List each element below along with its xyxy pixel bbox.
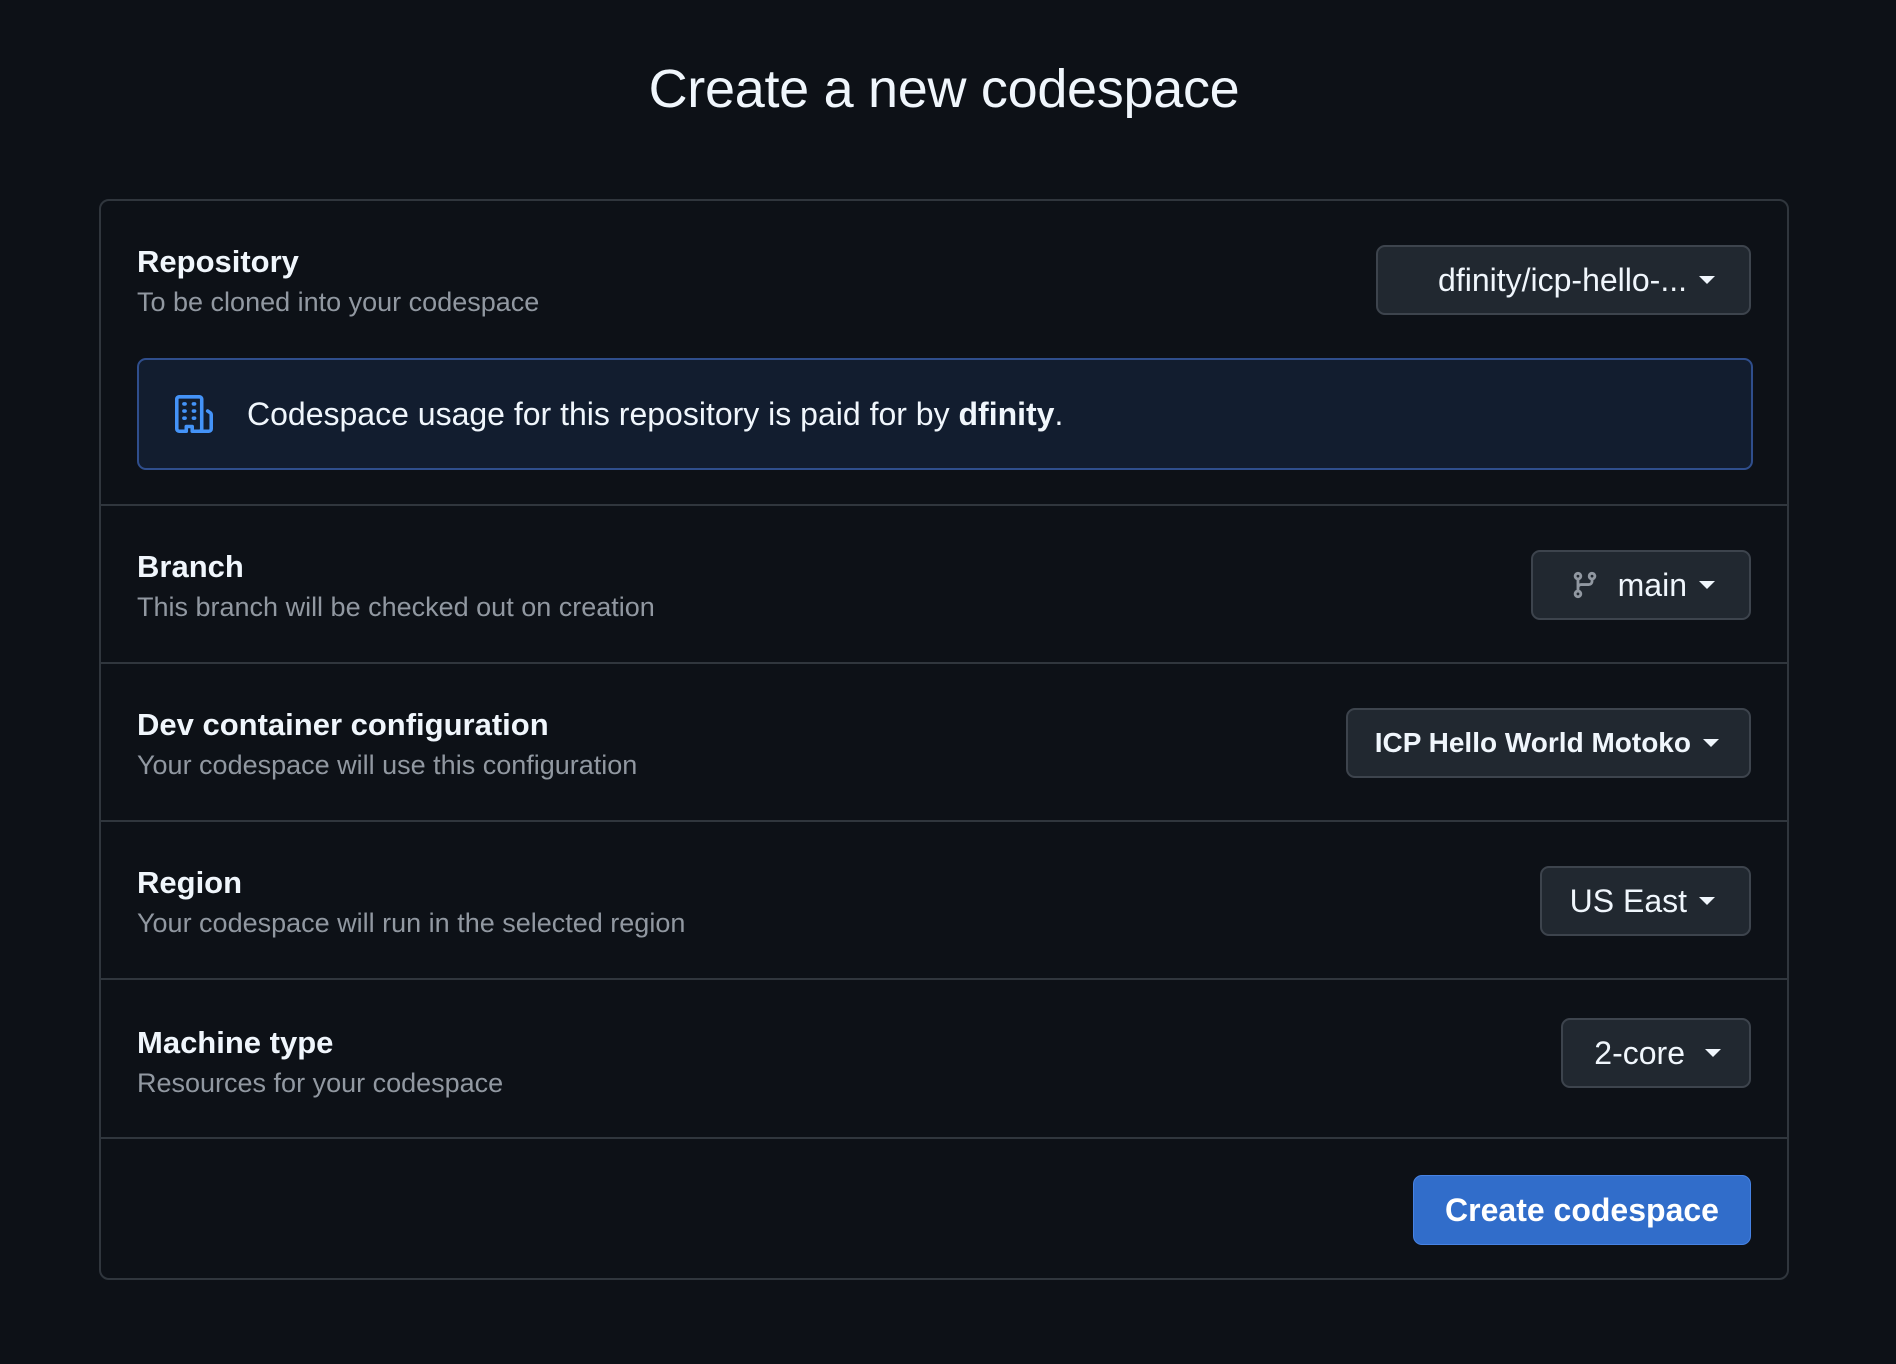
caret-down-icon <box>1699 581 1715 589</box>
branch-dropdown-value: main <box>1617 566 1687 603</box>
page-title: Create a new codespace <box>648 59 1240 119</box>
machine-description: Resources for your codespace <box>137 1068 504 1098</box>
region-description: Your codespace will run in the selected … <box>137 908 686 938</box>
region-label: Region <box>137 865 243 900</box>
repository-label: Repository <box>137 244 299 279</box>
region-dropdown-value: US East <box>1569 882 1687 919</box>
devcontainer-dropdown-value: ICP Hello World Motoko <box>1374 727 1691 758</box>
billing-notice-suffix: . <box>1054 395 1064 432</box>
codespace-form-card: Repository To be cloned into your codesp… <box>99 199 1789 1280</box>
region-section: Region Your codespace will run in the se… <box>101 822 1787 980</box>
caret-down-icon <box>1705 1049 1721 1057</box>
organization-icon <box>175 395 213 433</box>
machine-section: Machine type Resources for your codespac… <box>101 980 1787 1139</box>
repository-dropdown-value: dfinity/icp-hello-... <box>1438 261 1687 298</box>
caret-down-icon <box>1699 897 1715 905</box>
billing-notice-text: Codespace usage for this repository is p… <box>247 396 1063 433</box>
machine-label: Machine type <box>137 1025 334 1060</box>
repository-description: To be cloned into your codespace <box>137 287 540 317</box>
repository-section: Repository To be cloned into your codesp… <box>101 201 1787 506</box>
caret-down-icon <box>1699 276 1715 284</box>
devcontainer-section: Dev container configuration Your codespa… <box>101 664 1787 822</box>
machine-dropdown-value: 2-core <box>1594 1034 1685 1071</box>
devcontainer-description: Your codespace will use this configurati… <box>137 750 638 780</box>
devcontainer-label: Dev container configuration <box>137 707 549 742</box>
caret-down-icon <box>1703 739 1719 747</box>
branch-description: This branch will be checked out on creat… <box>137 592 655 622</box>
branch-dropdown[interactable]: main <box>1531 550 1751 620</box>
repository-dropdown[interactable]: dfinity/icp-hello-... <box>1376 245 1751 315</box>
branch-label: Branch <box>137 549 244 584</box>
region-dropdown[interactable]: US East <box>1540 866 1751 936</box>
create-codespace-button[interactable]: Create codespace <box>1413 1175 1751 1245</box>
billing-notice-prefix: Codespace usage for this repository is p… <box>247 395 959 432</box>
billing-owner: dfinity <box>958 395 1055 432</box>
git-branch-icon <box>1573 571 1596 599</box>
machine-dropdown[interactable]: 2-core <box>1561 1018 1751 1088</box>
billing-notice: Codespace usage for this repository is p… <box>137 358 1753 470</box>
devcontainer-dropdown[interactable]: ICP Hello World Motoko <box>1346 708 1751 778</box>
branch-section: Branch This branch will be checked out o… <box>101 506 1787 664</box>
